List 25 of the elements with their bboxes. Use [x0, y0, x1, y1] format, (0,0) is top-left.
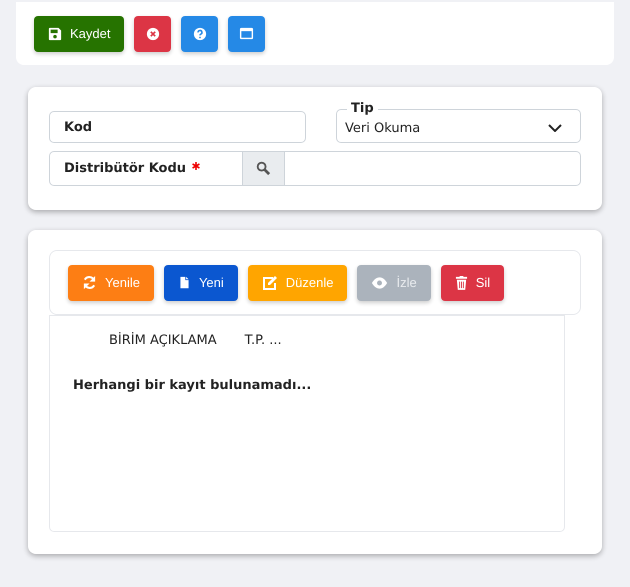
close-button[interactable]: [134, 16, 172, 52]
column-header[interactable]: BİRİM AÇIKLAMA: [109, 333, 217, 348]
eye-icon: [371, 276, 388, 288]
help-icon: [192, 26, 207, 40]
trash-icon: [454, 275, 468, 290]
close-icon: [146, 26, 160, 40]
chevron-down-icon: [548, 124, 562, 132]
window-button[interactable]: [228, 16, 266, 52]
type-select[interactable]: Tip Veri Okuma: [336, 102, 581, 143]
document-button[interactable]: Yeni: [164, 264, 238, 300]
save-button[interactable]: Kaydet: [34, 16, 124, 52]
refresh-icon: [82, 275, 97, 290]
help-button[interactable]: [181, 16, 218, 52]
search-button[interactable]: [242, 152, 285, 185]
trash-button[interactable]: Sil: [440, 264, 504, 300]
field-label: Distribütör Kodu: [50, 152, 242, 185]
code-field[interactable]: Kod: [49, 111, 306, 143]
empty-message: Herhangi bir kayıt bulunamadı...: [73, 378, 312, 393]
distributor-code-field[interactable]: Distribütör Kodu: [49, 151, 581, 186]
search-icon: [256, 161, 271, 176]
column-header[interactable]: T.P. ...: [244, 333, 282, 348]
save-icon: [48, 26, 62, 40]
document-icon: [178, 275, 191, 290]
window-icon: [239, 26, 254, 41]
edit-icon: [262, 274, 278, 290]
